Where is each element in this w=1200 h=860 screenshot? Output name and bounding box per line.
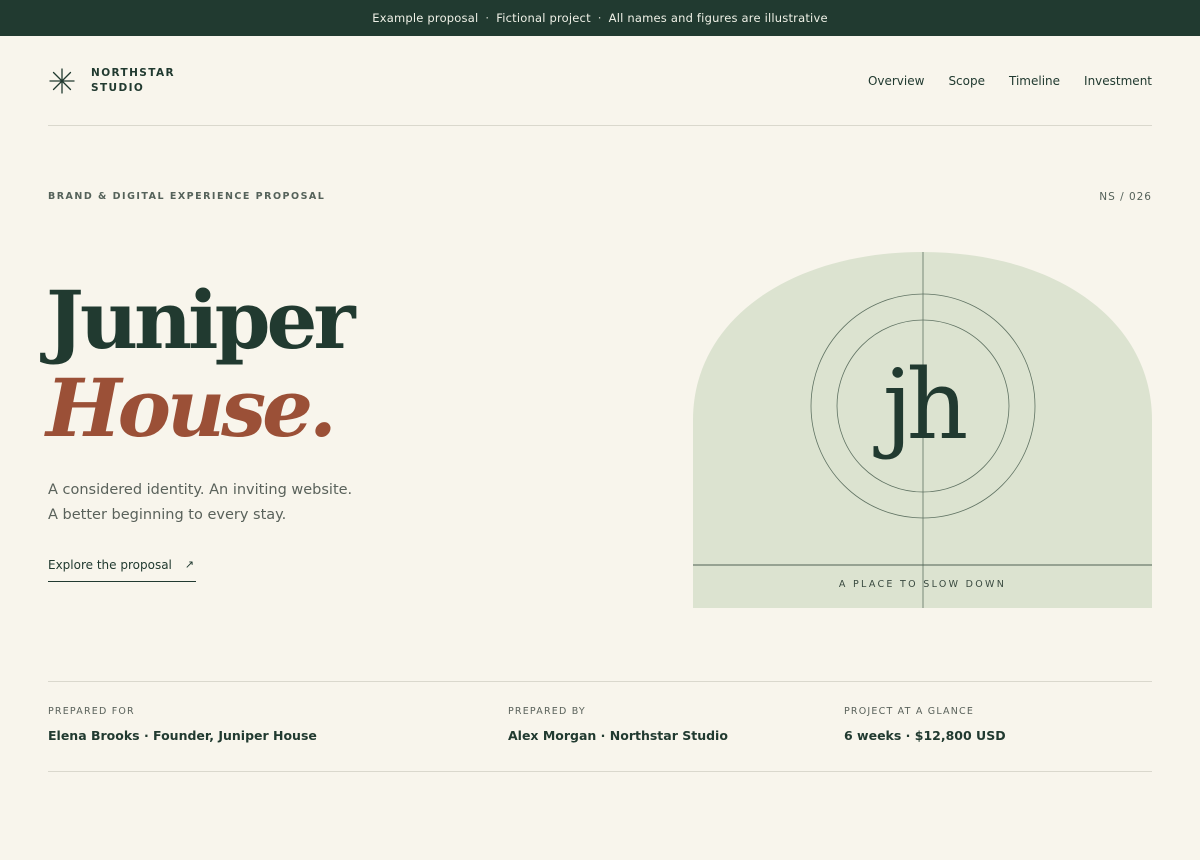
project-glance-label: PROJECT AT A GLANCE [844, 706, 975, 717]
project-glance: PROJECT AT A GLANCE 6 weeks · $12,800 US… [844, 706, 1006, 743]
proposal-eyebrow: BRAND & DIGITAL EXPERIENCE PROPOSAL [48, 191, 326, 202]
announcement-item: Example proposal [372, 11, 479, 25]
brand-name: NORTHSTAR STUDIO [91, 66, 175, 96]
hero-subtitle: A considered identity. An inviting websi… [48, 478, 352, 528]
prepared-for-value: Elena Brooks · Founder, Juniper House [48, 728, 317, 743]
announcement-item: All names and figures are illustrative [608, 11, 828, 25]
hero-title-line1: Juniper [46, 273, 356, 367]
proposal-reference: NS / 026 [1099, 191, 1152, 203]
announcement-separator: · [597, 11, 602, 25]
arrow-up-right-icon: ↗ [184, 558, 194, 571]
divider [48, 681, 1152, 682]
nav-link-investment[interactable]: Investment [1084, 74, 1152, 88]
project-glance-value: 6 weeks · $12,800 USD [844, 728, 1006, 743]
announcement-item: Fictional project [496, 11, 591, 25]
hero-subtitle-line2: A better beginning to every stay. [48, 507, 287, 523]
announcement-bar: Example proposal · Fictional project · A… [0, 0, 1200, 36]
brand-logo-link[interactable]: NORTHSTAR STUDIO [48, 66, 175, 96]
artwork-tagline: A PLACE TO SLOW DOWN [838, 579, 1007, 590]
asterisk-star-icon [49, 68, 75, 94]
nav-link-overview[interactable]: Overview [868, 74, 925, 88]
main-nav: Overview Scope Timeline Investment [868, 74, 1152, 88]
announcement-separator: · [485, 11, 490, 25]
nav-link-scope[interactable]: Scope [948, 74, 985, 88]
brand-name-line2: STUDIO [91, 82, 145, 94]
site-header: NORTHSTAR STUDIO Overview Scope Timeline… [48, 36, 1152, 126]
hero-title-line2: House. [46, 361, 337, 455]
hero-subtitle-line1: A considered identity. An inviting websi… [48, 482, 353, 498]
explore-proposal-label: Explore the proposal [48, 558, 172, 572]
prepared-by-value: Alex Morgan · Northstar Studio [508, 728, 728, 743]
prepared-by: PREPARED BY Alex Morgan · Northstar Stud… [508, 706, 728, 743]
explore-proposal-link[interactable]: Explore the proposal ↗ [48, 558, 196, 582]
brand-name-line1: NORTHSTAR [91, 67, 175, 79]
prepared-by-label: PREPARED BY [508, 706, 586, 717]
prepared-for: PREPARED FOR Elena Brooks · Founder, Jun… [48, 706, 317, 743]
prepared-for-label: PREPARED FOR [48, 706, 135, 717]
nav-link-timeline[interactable]: Timeline [1009, 74, 1060, 88]
hero-title: Juniper House. [46, 273, 356, 455]
hero-artwork: jh A PLACE TO SLOW DOWN [693, 252, 1152, 608]
divider [48, 771, 1152, 772]
monogram: jh [882, 349, 969, 461]
